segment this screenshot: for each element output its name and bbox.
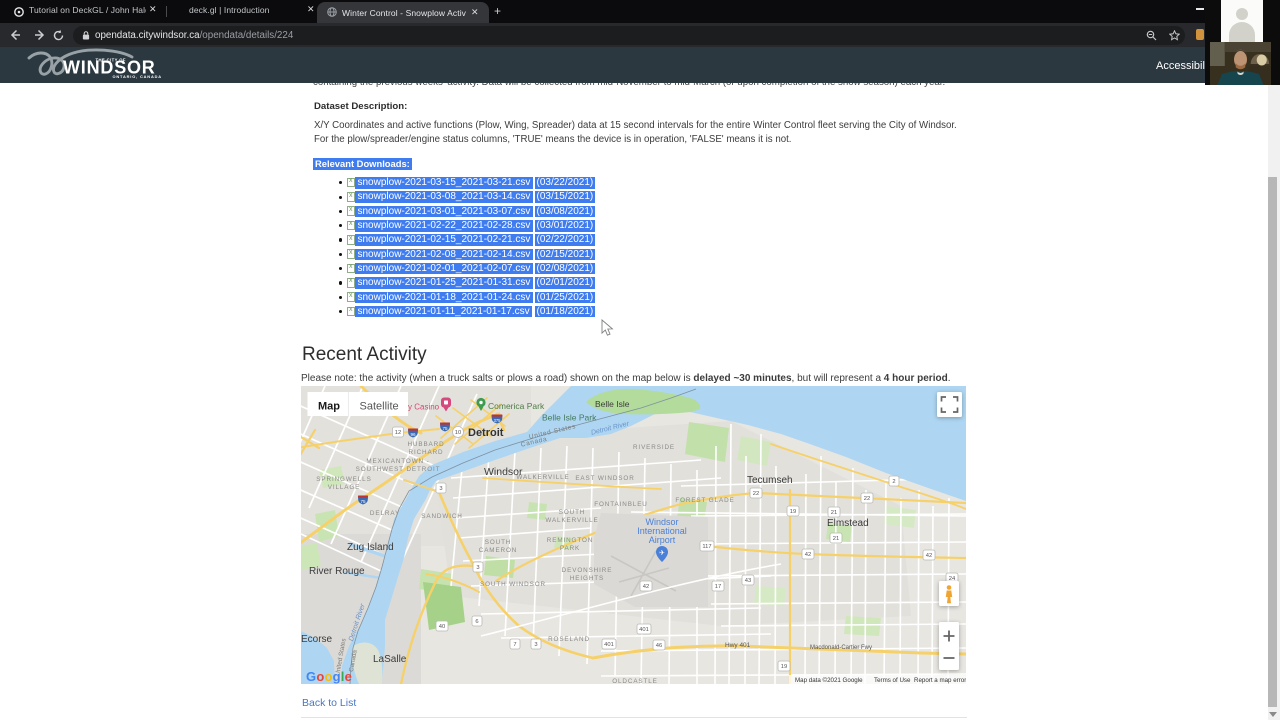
svg-text:7: 7 — [513, 642, 516, 648]
svg-text:Terms of Use: Terms of Use — [874, 677, 911, 684]
svg-text:Map data ©2021 Google: Map data ©2021 Google — [795, 677, 863, 684]
svg-text:Tecumseh: Tecumseh — [747, 475, 793, 486]
svg-text:ROSELAND: ROSELAND — [548, 636, 590, 643]
svg-text:401: 401 — [639, 627, 649, 633]
svg-text:42: 42 — [805, 552, 811, 558]
svg-text:✈: ✈ — [659, 550, 665, 557]
svg-text:PARK: PARK — [560, 545, 580, 552]
svg-text:RICHARD: RICHARD — [409, 449, 444, 456]
svg-text:VILLAGE: VILLAGE — [328, 484, 361, 491]
svg-text:Report a map error: Report a map error — [914, 677, 966, 684]
svg-text:SOUTH: SOUTH — [559, 509, 586, 516]
svg-text:Belle Isle Park: Belle Isle Park — [542, 413, 597, 423]
svg-text:OLDCASTLE: OLDCASTLE — [612, 678, 658, 684]
svg-text:3: 3 — [476, 565, 479, 571]
svg-text:Elmstead: Elmstead — [827, 518, 869, 529]
svg-text:2: 2 — [892, 479, 895, 485]
svg-text:DEVONSHIRE: DEVONSHIRE — [562, 567, 613, 574]
svg-text:FOREST GLADE: FOREST GLADE — [675, 497, 734, 504]
svg-text:21: 21 — [831, 510, 837, 516]
svg-text:3: 3 — [439, 486, 442, 492]
svg-text:EAST WINDSOR: EAST WINDSOR — [575, 475, 634, 482]
svg-text:19: 19 — [790, 509, 796, 515]
svg-text:12: 12 — [395, 430, 401, 436]
svg-text:MEXICANTOWN -: MEXICANTOWN - — [366, 458, 429, 465]
svg-text:10: 10 — [455, 430, 461, 436]
svg-text:Zug Island: Zug Island — [347, 542, 394, 553]
svg-text:75: 75 — [360, 499, 366, 504]
svg-text:Windsor: Windsor — [484, 466, 523, 478]
svg-text:6: 6 — [475, 619, 478, 625]
svg-text:Ecorse: Ecorse — [301, 634, 333, 645]
svg-text:FONTAINBLEU: FONTAINBLEU — [594, 501, 648, 508]
svg-text:SOUTHWEST DETROIT: SOUTHWEST DETROIT — [356, 466, 441, 473]
svg-text:401: 401 — [604, 642, 614, 648]
svg-text:17: 17 — [715, 584, 721, 590]
svg-text:375: 375 — [494, 418, 502, 423]
svg-text:River Rouge: River Rouge — [309, 566, 365, 577]
svg-text:HUBBARD: HUBBARD — [407, 441, 444, 448]
svg-text:46: 46 — [656, 643, 662, 649]
svg-text:Belle Isle: Belle Isle — [595, 399, 630, 409]
svg-text:SOUTH WINDSOR: SOUTH WINDSOR — [480, 581, 546, 588]
svg-text:LaSalle: LaSalle — [373, 654, 407, 665]
svg-text:Google: Google — [306, 669, 352, 684]
svg-text:Satellite: Satellite — [360, 401, 399, 413]
svg-text:42: 42 — [926, 553, 932, 559]
svg-text:43: 43 — [745, 578, 751, 584]
svg-text:HEIGHTS: HEIGHTS — [570, 575, 604, 582]
svg-text:y Casino: y Casino — [408, 403, 440, 412]
svg-text:Map: Map — [318, 401, 340, 413]
svg-text:Comerica Park: Comerica Park — [488, 401, 545, 411]
svg-text:REMINGTON: REMINGTON — [547, 537, 593, 544]
svg-text:WALKERVILLE: WALKERVILLE — [545, 517, 598, 524]
svg-text:CAMERON: CAMERON — [479, 547, 518, 554]
svg-text:Detroit: Detroit — [468, 427, 504, 439]
svg-text:Airport: Airport — [649, 535, 676, 545]
svg-text:42: 42 — [643, 584, 649, 590]
svg-text:Macdonald-Cartier Fwy: Macdonald-Cartier Fwy — [810, 645, 872, 651]
svg-text:3: 3 — [534, 642, 537, 648]
svg-text:22: 22 — [753, 491, 759, 497]
svg-text:21: 21 — [833, 536, 839, 542]
svg-text:SPRINGWELLS: SPRINGWELLS — [316, 476, 371, 483]
svg-text:SANDWICH: SANDWICH — [421, 513, 462, 520]
svg-text:DELRAY: DELRAY — [370, 510, 400, 517]
svg-text:SOUTH: SOUTH — [485, 539, 512, 546]
svg-text:19: 19 — [781, 664, 787, 670]
svg-text:117: 117 — [702, 544, 711, 550]
svg-text:75: 75 — [442, 426, 448, 431]
svg-text:96: 96 — [410, 432, 416, 437]
svg-text:22: 22 — [864, 496, 870, 502]
svg-text:WALKERVILLE: WALKERVILLE — [516, 474, 569, 481]
svg-text:Hwy 401: Hwy 401 — [725, 642, 751, 649]
svg-text:40: 40 — [439, 624, 445, 630]
svg-text:ONTARIO, CANADA: ONTARIO, CANADA — [113, 74, 162, 79]
svg-text:RIVERSIDE: RIVERSIDE — [633, 444, 675, 451]
